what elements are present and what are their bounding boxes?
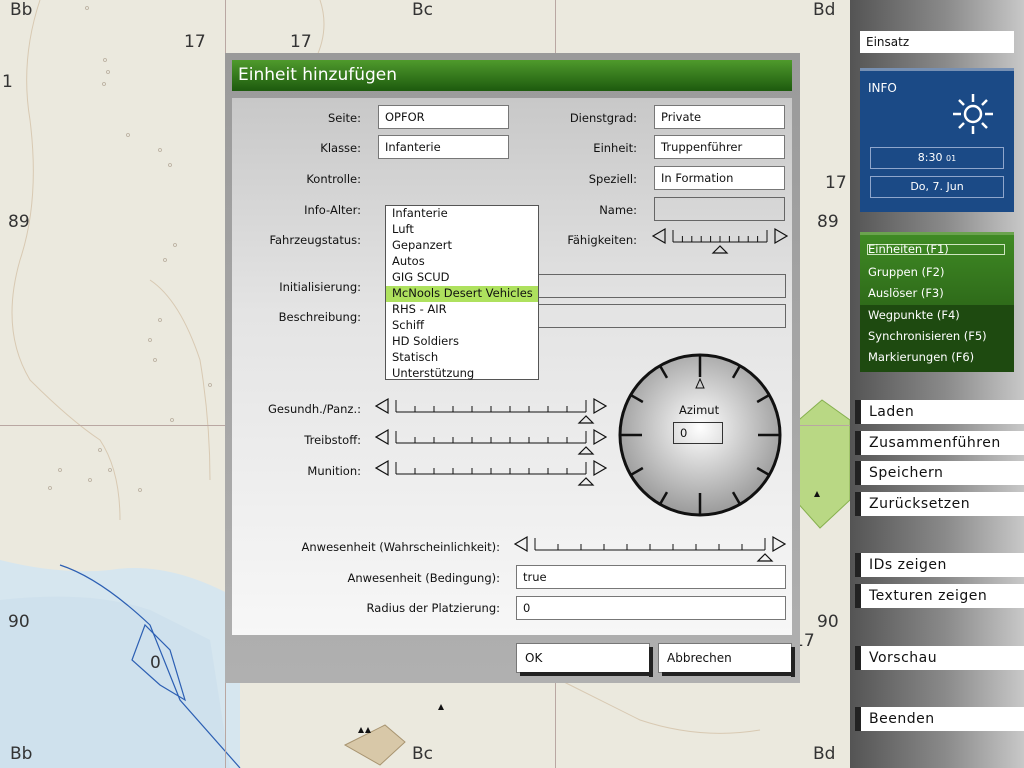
- ok-button[interactable]: OK: [516, 643, 653, 677]
- grid-label-top-bb: Bb: [10, 0, 33, 20]
- grid-label-bottom-bc: Bc: [412, 744, 434, 764]
- class-field[interactable]: Infanterie: [378, 135, 509, 159]
- dialog-title: Einheit hinzufügen: [232, 60, 792, 91]
- grid-label-top-bc: Bc: [412, 0, 434, 20]
- grid-number-left-1: 1: [2, 72, 13, 92]
- mode-tab-einsatz[interactable]: Einsatz: [860, 31, 1014, 53]
- info-panel[interactable]: INFO 8:30 01 Do, 7. Jun: [860, 68, 1014, 212]
- mission-time[interactable]: 8:30 01: [870, 147, 1004, 169]
- exit-button[interactable]: Beenden: [855, 707, 1024, 731]
- control-label: Kontrolle:: [306, 172, 361, 186]
- class-option[interactable]: Schiff: [386, 318, 538, 334]
- presence-probability-slider[interactable]: [514, 534, 786, 564]
- grid-number-right-90: 90: [817, 612, 839, 632]
- merge-button[interactable]: Zusammenführen: [855, 431, 1024, 455]
- class-option[interactable]: RHS - AIR: [386, 302, 538, 318]
- description-label: Beschreibung:: [278, 310, 361, 324]
- special-label: Speziell:: [588, 172, 637, 186]
- rank-label: Dienstgrad:: [569, 111, 637, 125]
- init-field[interactable]: [528, 274, 786, 298]
- edit-mode-einheiten[interactable]: Einheiten (F1): [867, 243, 1005, 255]
- name-field[interactable]: [654, 197, 785, 221]
- edit-mode-markierungen[interactable]: Markierungen (F6): [868, 350, 974, 364]
- map-marker-0: 0: [150, 653, 161, 673]
- placement-radius-label: Radius der Platzierung:: [366, 601, 500, 615]
- presence-condition-field[interactable]: true: [516, 565, 786, 589]
- placement-radius-field[interactable]: 0: [516, 596, 786, 620]
- edit-mode-ausloeser[interactable]: Auslöser (F3): [868, 286, 944, 300]
- unit-field[interactable]: Truppenführer: [654, 135, 785, 159]
- cancel-button[interactable]: Abbrechen: [658, 643, 795, 677]
- info-age-label: Info-Alter:: [304, 203, 361, 217]
- azimuth-field[interactable]: 0: [673, 422, 723, 444]
- fuel-label: Treibstoff:: [304, 433, 361, 447]
- class-dropdown-list[interactable]: Infanterie Luft Gepanzert Autos GIG SCUD…: [385, 205, 539, 380]
- skill-label: Fähigkeiten:: [567, 233, 637, 247]
- dialog-body: Seite: Klasse: Kontrolle: Info-Alter: Fa…: [232, 98, 792, 635]
- vehicle-status-label: Fahrzeugstatus:: [269, 233, 361, 247]
- class-option[interactable]: Autos: [386, 254, 538, 270]
- description-field[interactable]: [528, 304, 786, 328]
- show-ids-button[interactable]: IDs zeigen: [855, 553, 1024, 577]
- class-option[interactable]: Gepanzert: [386, 238, 538, 254]
- grid-label-bottom-bd: Bd: [813, 744, 836, 764]
- preview-button[interactable]: Vorschau: [855, 646, 1024, 670]
- class-option[interactable]: GIG SCUD: [386, 270, 538, 286]
- special-field[interactable]: In Formation: [654, 166, 785, 190]
- azimuth-label: Azimut: [679, 403, 720, 417]
- info-title: INFO: [868, 81, 897, 95]
- ammo-label: Munition:: [307, 464, 361, 478]
- ammo-slider[interactable]: [375, 458, 607, 488]
- presence-condition-label: Anwesenheit (Bedingung):: [347, 571, 501, 585]
- side-field[interactable]: OPFOR: [378, 105, 509, 129]
- edit-mode-synchronisieren[interactable]: Synchronisieren (F5): [868, 329, 987, 343]
- health-slider[interactable]: [375, 396, 607, 426]
- show-textures-button[interactable]: Texturen zeigen: [855, 584, 1024, 608]
- grid-label-bottom-bb: Bb: [10, 744, 33, 764]
- reset-button[interactable]: Zurücksetzen: [855, 492, 1024, 516]
- edit-mode-panel: Einheiten (F1) Gruppen (F2) Auslöser (F3…: [860, 232, 1014, 372]
- class-label: Klasse:: [320, 141, 361, 155]
- edit-mode-gruppen[interactable]: Gruppen (F2): [868, 265, 944, 279]
- class-option-highlighted[interactable]: McNools Desert Vehicles: [386, 286, 538, 302]
- sun-icon: [953, 94, 993, 134]
- side-label: Seite:: [327, 111, 361, 125]
- name-label: Name:: [599, 203, 637, 217]
- class-option[interactable]: Infanterie: [386, 206, 538, 222]
- unit-label: Einheit:: [593, 141, 637, 155]
- grid-number-right-89: 89: [817, 212, 839, 232]
- save-button[interactable]: Speichern: [855, 461, 1024, 485]
- presence-probability-label: Anwesenheit (Wahrscheinlichkeit):: [301, 540, 500, 554]
- class-option[interactable]: HD Soldiers: [386, 334, 538, 350]
- time-value: 8:30: [917, 151, 943, 164]
- grid-number-left-89: 89: [8, 212, 30, 232]
- class-option[interactable]: Unterstützung: [386, 366, 538, 382]
- map-marker-17: 17: [290, 32, 312, 52]
- add-unit-dialog: Einheit hinzufügen Seite: Klasse: Kontro…: [225, 53, 800, 683]
- init-label: Initialisierung:: [279, 280, 361, 294]
- mission-date[interactable]: Do, 7. Jun: [870, 176, 1004, 198]
- class-option[interactable]: Statisch: [386, 350, 538, 366]
- grid-number-left-90: 90: [8, 612, 30, 632]
- rank-field[interactable]: Private: [654, 105, 785, 129]
- time-seconds: 01: [946, 154, 957, 163]
- map-marker-17: 17: [825, 173, 847, 193]
- health-label: Gesundh./Panz.:: [268, 402, 361, 416]
- skill-slider[interactable]: [652, 226, 788, 256]
- load-button[interactable]: Laden: [855, 400, 1024, 424]
- grid-label-top-bd: Bd: [813, 0, 836, 20]
- edit-mode-wegpunkte[interactable]: Wegpunkte (F4): [868, 308, 960, 322]
- fuel-slider[interactable]: [375, 427, 607, 457]
- class-option[interactable]: Luft: [386, 222, 538, 238]
- map-marker-17: 17: [184, 32, 206, 52]
